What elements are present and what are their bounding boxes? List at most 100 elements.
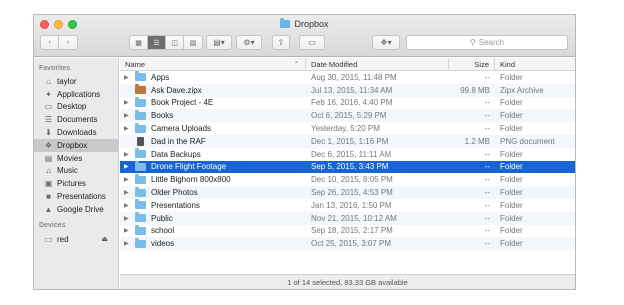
disclosure-triangle-icon[interactable]: ▶ [124, 99, 135, 106]
column-name[interactable]: Name ⌃ [120, 57, 306, 71]
folder-icon [135, 224, 146, 235]
file-row[interactable]: ▶ Little Bighorn 800x800 Dec 10, 2015, 8:0… [120, 173, 575, 186]
file-row[interactable]: ▶ Book Project - 4E Feb 16, 2016, 4:40 PM -… [120, 96, 575, 110]
sidebar-item-google-drive[interactable]: ▲ Google Drive [34, 203, 118, 216]
status-bar: 1 of 14 selected, 83.33 GB available [120, 274, 575, 289]
arrange-button[interactable]: ▤▾ [206, 35, 232, 50]
file-row[interactable]: ▶ Camera Uploads Yesterday, 5:20 PM -- Folde… [120, 122, 575, 135]
sidebar-item-label: red [57, 234, 69, 244]
file-row[interactable]: ▶ Drone Flight Footage Sep 5, 2015, 3:43 P… [120, 160, 575, 174]
sidebar-item-label: Music [57, 166, 78, 176]
file-row[interactable]: Ask Dave.zipx Jul 13, 2015, 11:34 AM 99.8 … [120, 83, 575, 97]
sidebar-item-label: Presentations [57, 192, 106, 202]
sidebar: Favorites ⌂ taylor ✦ Applications ▭ Desktop ☰ D… [34, 58, 119, 289]
disclosure-triangle-icon[interactable]: ▶ [124, 151, 135, 158]
file-name: videos [151, 239, 175, 249]
disclosure-triangle-icon[interactable]: ▶ [124, 163, 135, 170]
date-modified-cell: Dec 10, 2015, 8:05 PM [311, 175, 393, 185]
sidebar-item-pictures[interactable]: ▣ Pictures [34, 177, 118, 190]
sidebar-item-label: Google Drive [57, 204, 104, 214]
size-cell: -- [484, 175, 490, 185]
sidebar-item-movies[interactable]: ▤ Movies [34, 152, 118, 165]
file-row[interactable]: ▶ Public Nov 21, 2015, 10:12 AM -- Folder [120, 211, 575, 225]
folder-icon [135, 186, 146, 197]
column-view-button[interactable]: ◫ [166, 36, 184, 49]
sort-arrow-icon: ⌃ [293, 61, 299, 68]
share-button[interactable]: ⇧ [272, 35, 290, 50]
tags-button[interactable]: ▭ [299, 35, 325, 50]
icon-view-button[interactable]: ▦ [130, 36, 148, 49]
date-modified-cell: Feb 16, 2016, 4:40 PM [311, 98, 393, 108]
size-cell: -- [484, 111, 490, 121]
sidebar-item-dropbox[interactable]: ❖ Dropbox [34, 138, 118, 152]
disclosure-triangle-icon[interactable]: ▶ [124, 227, 135, 234]
folder-icon [135, 160, 146, 171]
kind-cell: Folder [500, 98, 523, 108]
eject-icon[interactable]: ⏏ [101, 235, 108, 243]
disclosure-triangle-icon[interactable]: ▶ [124, 202, 135, 209]
sidebar-item-red[interactable]: ▭ red ⏏ [34, 233, 118, 246]
date-modified-cell: Jan 13, 2016, 1:50 PM [311, 200, 392, 210]
file-list: Name ⌃ Date Modified Size Kind ▶ Apps Aug … [120, 57, 575, 274]
sidebar-item-label: Pictures [57, 179, 86, 189]
sidebar-item-desktop[interactable]: ▭ Desktop [34, 101, 118, 114]
folder-icon: ■ [46, 192, 51, 202]
dropbox-menu-button[interactable]: ❖▾ [372, 35, 400, 50]
file-rows: ▶ Apps Aug 30, 2015, 11:48 PM -- Folder Ask D… [120, 71, 575, 251]
size-cell: 99.8 MB [460, 85, 490, 95]
size-cell: -- [484, 226, 490, 236]
column-date[interactable]: Date Modified [306, 57, 449, 71]
date-modified-cell: Oct 25, 2015, 3:07 PM [311, 239, 392, 249]
file-row[interactable]: ▶ Older Photos Sep 26, 2015, 4:53 PM -- Fold… [120, 186, 575, 199]
sidebar-item-taylor[interactable]: ⌂ taylor [34, 75, 118, 88]
date-modified-cell: Oct 6, 2015, 5:29 PM [311, 111, 387, 121]
file-row[interactable]: ▶ Data Backups Dec 6, 2015, 11:11 AM -- Fold… [120, 148, 575, 161]
devices-header: Devices [39, 221, 66, 229]
sidebar-item-documents[interactable]: ☰ Documents [34, 113, 118, 126]
file-name: Older Photos [151, 188, 198, 198]
disclosure-triangle-icon[interactable]: ▶ [124, 176, 135, 183]
sidebar-item-applications[interactable]: ✦ Applications [34, 88, 118, 101]
disclosure-triangle-icon[interactable]: ▶ [124, 240, 135, 247]
disclosure-triangle-icon[interactable]: ▶ [124, 215, 135, 222]
file-row[interactable]: ▶ videos Oct 25, 2015, 3:07 PM -- Folder [120, 237, 575, 251]
search-field[interactable]: ⚲ Search [406, 35, 568, 50]
forward-button[interactable]: › [59, 36, 77, 49]
folder-icon [135, 212, 146, 223]
disclosure-triangle-icon[interactable]: ▶ [124, 112, 135, 119]
file-row[interactable]: ▶ Books Oct 6, 2015, 5:29 PM -- Folder [120, 109, 575, 123]
disclosure-triangle-icon[interactable]: ▶ [124, 125, 135, 132]
action-button[interactable]: ⚙▾ [236, 35, 262, 50]
file-row[interactable]: ▶ Presentations Jan 13, 2016, 1:50 PM -- Fol… [120, 199, 575, 212]
disclosure-triangle-icon[interactable]: ▶ [124, 74, 135, 81]
column-kind[interactable]: Kind [495, 58, 575, 71]
file-name-cell: ▶ Presentations [120, 199, 306, 210]
sidebar-item-label: Documents [57, 115, 98, 125]
back-button[interactable]: ‹ [41, 36, 59, 49]
sidebar-item-downloads[interactable]: ⬇ Downloads [34, 126, 118, 139]
image-file-icon [137, 136, 144, 146]
share-icon: ⇧ [277, 38, 285, 47]
sidebar-item-presentations[interactable]: ■ Presentations [34, 190, 118, 203]
folder-icon [135, 237, 146, 248]
disclosure-triangle-icon[interactable]: ▶ [124, 189, 135, 196]
sidebar-item-music[interactable]: ♫ Music [34, 165, 118, 178]
file-row[interactable]: Dad in the RAF Dec 1, 2015, 1:16 PM 1.2 MB… [120, 134, 575, 148]
zip-archive-icon [135, 84, 146, 95]
desktop-icon: ▭ [44, 102, 53, 112]
date-modified-cell: Sep 26, 2015, 4:53 PM [311, 188, 393, 198]
size-cell: -- [484, 188, 490, 198]
applications-icon: ✦ [45, 89, 52, 99]
file-row[interactable]: ▶ school Sep 18, 2015, 2:17 PM -- Folder [120, 224, 575, 238]
date-modified-cell: Nov 21, 2015, 10:12 AM [311, 213, 397, 223]
column-kind-label: Kind [500, 59, 516, 69]
list-view-button[interactable]: ☰ [148, 36, 166, 49]
column-size[interactable]: Size [449, 57, 495, 71]
file-name-cell: ▶ school [120, 224, 306, 235]
toolbar: ‹ › ▦ ☰ ◫ ▧ ▤▾ ⚙▾ ⇧ ▭ ❖▾ ⚲ Search [34, 35, 575, 53]
file-name: Books [151, 111, 174, 121]
favorites-header: Favorites [39, 65, 71, 72]
file-row[interactable]: ▶ Apps Aug 30, 2015, 11:48 PM -- Folder [120, 71, 575, 84]
kind-cell: Folder [500, 162, 523, 172]
gallery-view-button[interactable]: ▧ [184, 36, 202, 49]
